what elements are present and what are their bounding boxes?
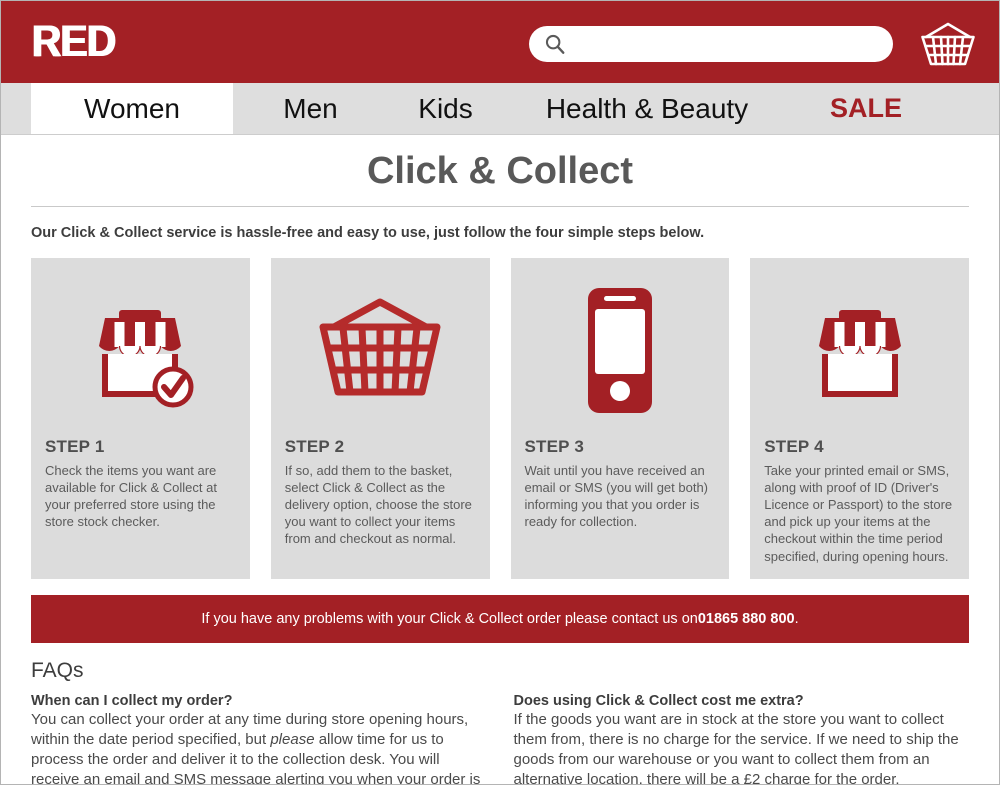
storefront-check-icon: [99, 310, 194, 408]
page-root: RED Women Men Kids Health & Beauty SALE …: [0, 0, 1000, 785]
step-icon-container: [762, 268, 957, 433]
contact-phone-number[interactable]: 01865 880 800: [698, 611, 795, 627]
faq-answer: If the goods you want are in stock at th…: [513, 710, 959, 785]
step-card-2: STEP 2 If so, add them to the basket, se…: [270, 257, 490, 579]
step-body: Take your printed email or SMS, along wi…: [764, 462, 953, 564]
nav-left-spacer: [1, 83, 31, 134]
faq-item-right: Does using Click & Collect cost me extra…: [513, 692, 970, 785]
step-body: If so, add them to the basket, select Cl…: [284, 462, 472, 547]
step-icon-container: [283, 268, 478, 433]
search-input[interactable]: [529, 26, 893, 62]
step-title: STEP 1: [45, 436, 105, 456]
step-title: STEP 2: [284, 436, 345, 456]
faq-item-left: When can I collect my order? You can col…: [31, 692, 487, 784]
page-title: Click & Collect: [366, 150, 634, 192]
search-container: [529, 26, 893, 62]
contact-banner-text-before: If you have any problems with your Click…: [201, 610, 698, 627]
site-header: RED: [1, 1, 999, 83]
faqs-columns: When can I collect my order? You can col…: [31, 692, 970, 785]
step-icon-container: [43, 268, 238, 433]
step-card-3: STEP 3 Wait until you have received an e…: [510, 257, 730, 579]
nav-item-men[interactable]: Men: [233, 83, 388, 134]
step-body: Check the items you want are available f…: [45, 462, 217, 530]
faq-question: When can I collect my order?: [31, 692, 233, 709]
title-divider: [31, 205, 969, 207]
mobile-phone-icon: [587, 287, 652, 413]
faq-answer: You can collect your order at any time d…: [31, 710, 487, 784]
shopping-basket-icon: [921, 22, 975, 66]
nav-item-label: Health & Beauty: [545, 92, 749, 124]
nav-item-health-and-beauty[interactable]: Health & Beauty: [503, 83, 791, 134]
contact-banner: If you have any problems with your Click…: [31, 594, 969, 643]
step-icon-container: [523, 268, 718, 433]
intro-text: Our Click & Collect service is hassle-fr…: [31, 224, 705, 241]
shopping-basket-icon: [319, 298, 441, 396]
nav-item-sale[interactable]: SALE: [791, 83, 941, 134]
main-nav: Women Men Kids Health & Beauty SALE: [1, 83, 999, 135]
step-card-1: STEP 1 Check the items you want are avai…: [31, 257, 250, 579]
site-logo[interactable]: RED: [31, 20, 115, 65]
nav-item-women[interactable]: Women: [31, 83, 233, 134]
step-title: STEP 4: [764, 436, 824, 456]
step-card-4: STEP 4 Take your printed email or SMS, a…: [750, 257, 969, 579]
step-body: Wait until you have received an email or…: [524, 462, 709, 530]
basket-button[interactable]: [919, 21, 977, 67]
title-area: Click & Collect Our Click & Collect serv…: [1, 135, 999, 241]
steps-row: STEP 1 Check the items you want are avai…: [31, 257, 969, 579]
nav-item-label: Kids: [418, 92, 473, 124]
nav-item-label: SALE: [829, 93, 902, 123]
nav-item-label: Men: [283, 92, 338, 124]
nav-item-label: Women: [84, 92, 180, 124]
nav-item-kids[interactable]: Kids: [388, 83, 503, 134]
faq-answer-emphasis: please: [270, 730, 315, 748]
faqs-heading: FAQs: [31, 658, 84, 682]
storefront-icon: [818, 310, 901, 398]
step-title: STEP 3: [524, 436, 584, 456]
contact-banner-text-after: .: [794, 610, 799, 627]
faq-question: Does using Click & Collect cost me extra…: [513, 692, 804, 709]
